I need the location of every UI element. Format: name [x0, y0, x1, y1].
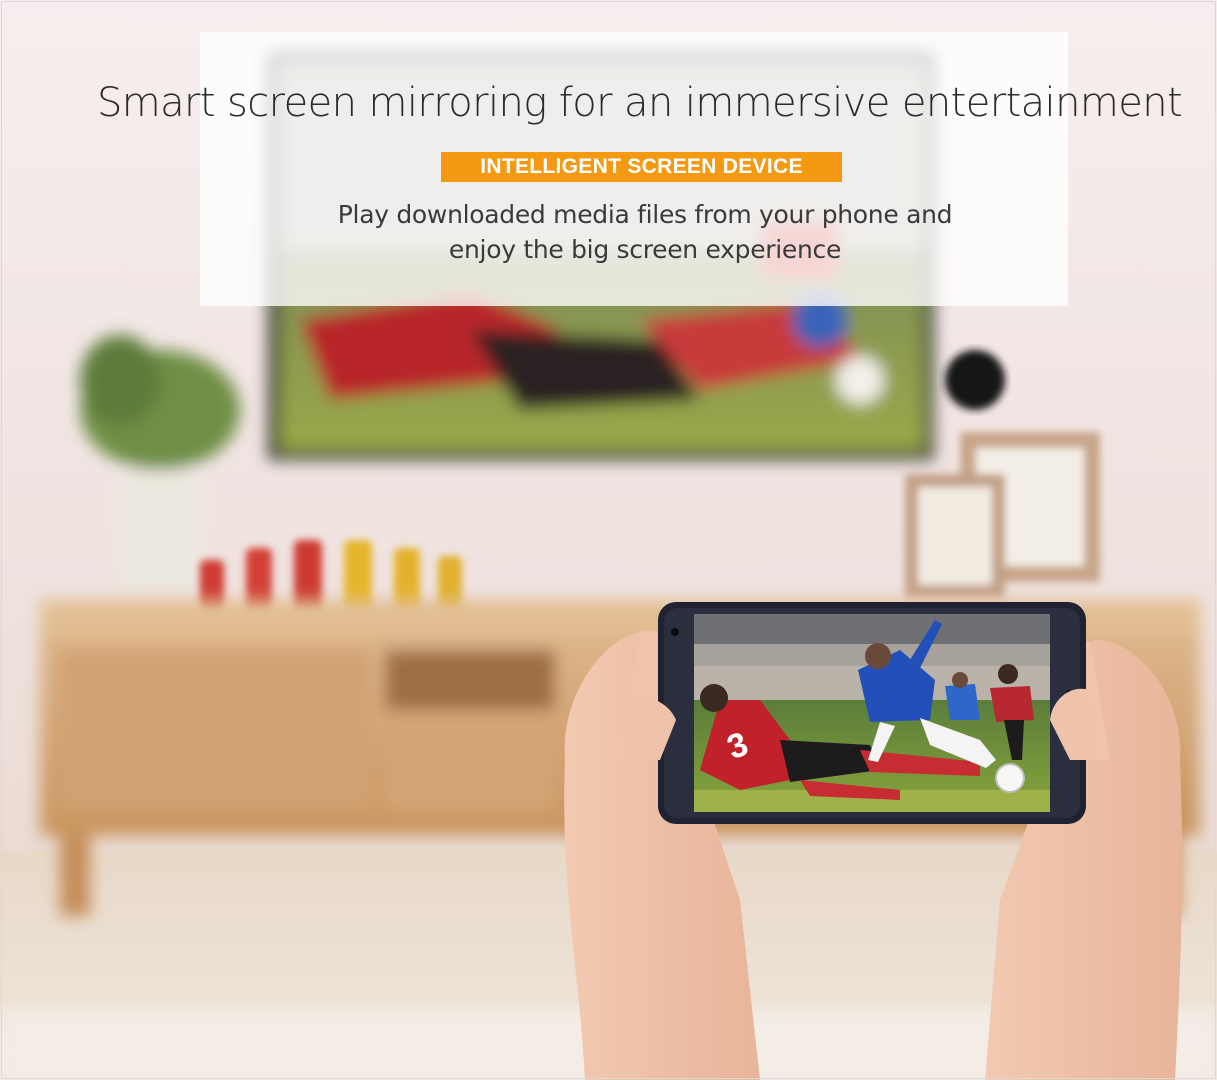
feature-badge: INTELLIGENT SCREEN DEVICE [441, 152, 842, 182]
subtext-line-1: Play downloaded media files from your ph… [337, 200, 953, 229]
product-banner: 3 Smart screen mirroring for an immersiv… [0, 0, 1217, 1080]
subtext-line-2: enjoy the big screen experience [448, 235, 842, 264]
subtext: Play downloaded media files from your ph… [230, 197, 1060, 267]
headline: Smart screen mirroring for an immersive … [96, 80, 1183, 126]
